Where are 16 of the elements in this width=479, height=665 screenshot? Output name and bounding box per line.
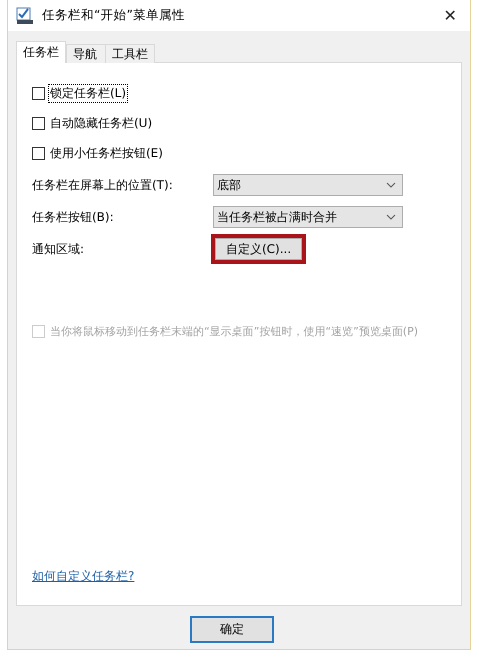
dropdown[interactable]: 当任务栏被占满时合并 [213,206,403,228]
ok-button[interactable]: 确定 [190,616,274,643]
tab[interactable]: 任务栏 [16,41,66,63]
help-link[interactable]: 如何自定义任务栏? [32,568,446,585]
checkbox-label: 当你将鼠标移动到任务栏末端的“显示桌面”按钮时，使用“速览”预览桌面(P) [49,324,420,338]
checkbox-label: 使用小任务栏按钮(E) [49,144,164,162]
tab[interactable]: 导航 [66,44,106,63]
tab[interactable]: 工具栏 [105,44,155,63]
checkbox-label: 自动隐藏任务栏(U) [49,114,154,132]
setting-label: 任务栏按钮(B): [32,208,115,226]
setting-label: 通知区域: [32,240,86,258]
window-title: 任务栏和“开始”菜单属性 [42,7,186,24]
dropdown[interactable]: 底部 [213,174,403,196]
close-button[interactable]: ✕ [430,0,470,31]
checkbox-label: 锁定任务栏(L) [49,84,128,102]
setting-label: 任务栏在屏幕上的位置(T): [32,176,174,194]
